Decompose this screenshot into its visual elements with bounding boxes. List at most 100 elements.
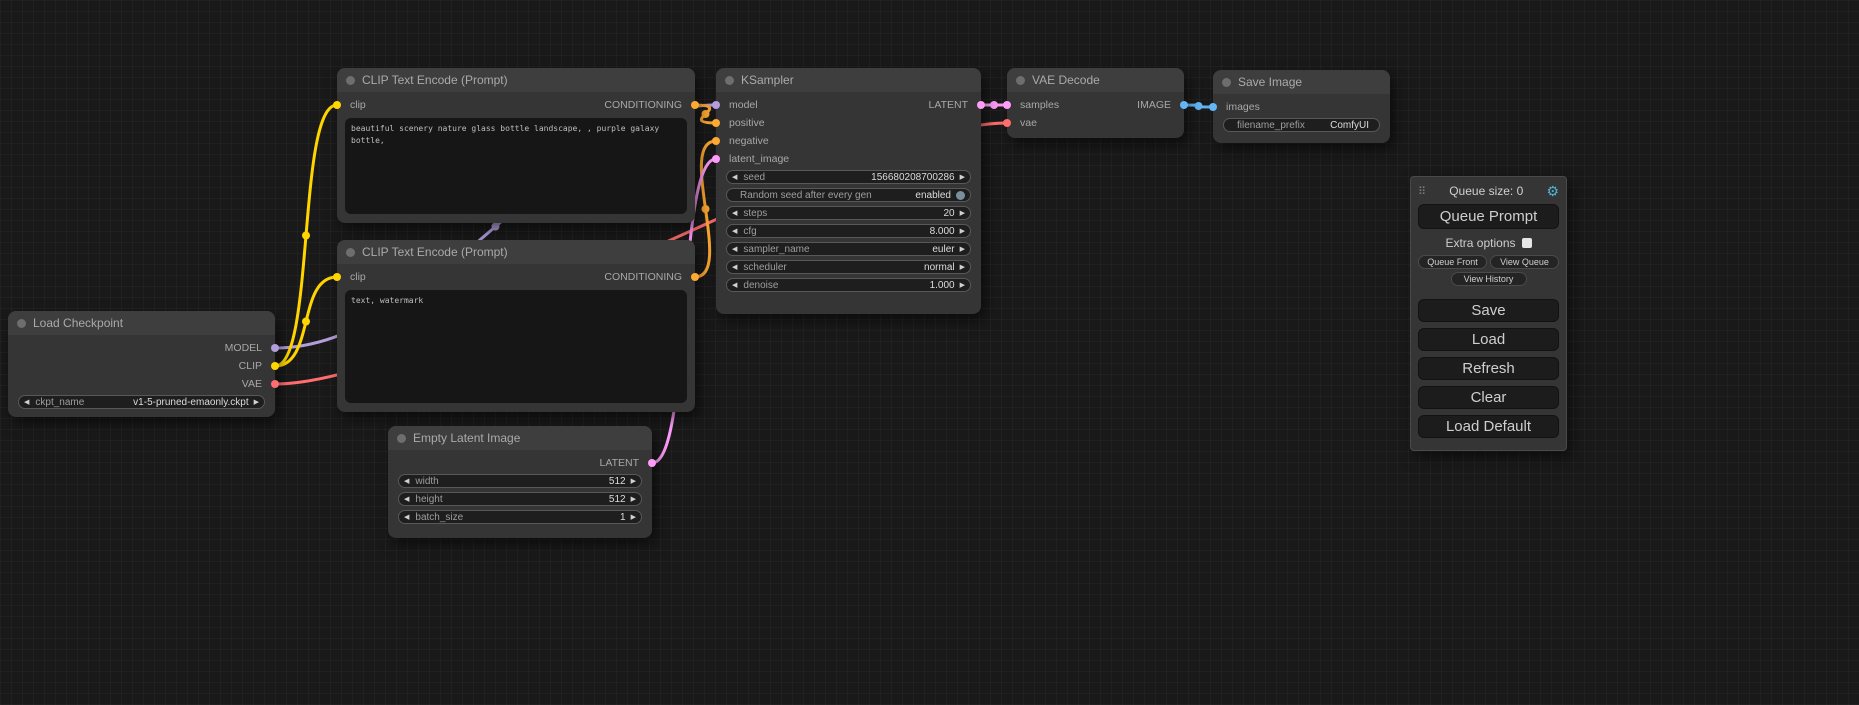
node-title-bar[interactable]: Load Checkpoint (8, 311, 275, 335)
toggle-dot-icon[interactable] (956, 191, 965, 200)
collapse-toggle-icon[interactable] (1016, 76, 1025, 85)
width-widget[interactable]: ◀ width 512 ▶ (398, 474, 642, 488)
latent-output-port[interactable] (648, 459, 656, 467)
save-button[interactable]: Save (1418, 299, 1559, 322)
node-save-image[interactable]: Save Image images filename_prefix ComfyU… (1213, 70, 1390, 143)
slot-label: clip (350, 99, 366, 111)
widget-value: 1 (620, 512, 626, 523)
decrement-arrow-icon[interactable]: ◀ (732, 282, 737, 289)
collapse-toggle-icon[interactable] (725, 76, 734, 85)
increment-arrow-icon[interactable]: ▶ (960, 228, 965, 235)
images-input-port[interactable] (1209, 103, 1217, 111)
decrement-arrow-icon[interactable]: ◀ (404, 514, 409, 521)
image-output-port[interactable] (1180, 101, 1188, 109)
drag-handle-icon[interactable]: ⠿ (1418, 185, 1426, 198)
vae-output-port[interactable] (271, 380, 279, 388)
decrement-arrow-icon[interactable]: ◀ (24, 399, 29, 406)
collapse-toggle-icon[interactable] (397, 434, 406, 443)
clear-button[interactable]: Clear (1418, 386, 1559, 409)
increment-arrow-icon[interactable]: ▶ (960, 264, 965, 271)
extra-options-checkbox[interactable] (1522, 238, 1532, 248)
node-title-bar[interactable]: Save Image (1213, 70, 1390, 94)
node-vae-decode[interactable]: VAE Decode samples IMAGE vae (1007, 68, 1184, 138)
node-title-bar[interactable]: Empty Latent Image (388, 426, 652, 450)
denoise-widget[interactable]: ◀ denoise 1.000 ▶ (726, 278, 971, 292)
decrement-arrow-icon[interactable]: ◀ (732, 228, 737, 235)
scheduler-widget[interactable]: ◀ scheduler normal ▶ (726, 260, 971, 274)
node-title-bar[interactable]: VAE Decode (1007, 68, 1184, 92)
node-ksampler[interactable]: KSampler model LATENT positive negative … (716, 68, 981, 314)
widget-label: batch_size (415, 512, 463, 523)
negative-input-port[interactable] (712, 137, 720, 145)
filename-prefix-widget[interactable]: filename_prefix ComfyUI (1223, 118, 1380, 132)
increment-arrow-icon[interactable]: ▶ (254, 399, 259, 406)
view-queue-button[interactable]: View Queue (1490, 255, 1559, 269)
clip-output-port[interactable] (271, 362, 279, 370)
conditioning-output-port[interactable] (691, 273, 699, 281)
queue-prompt-button[interactable]: Queue Prompt (1418, 204, 1559, 229)
conditioning-output-port[interactable] (691, 101, 699, 109)
decrement-arrow-icon[interactable]: ◀ (732, 246, 737, 253)
cfg-widget[interactable]: ◀ cfg 8.000 ▶ (726, 224, 971, 238)
vae-input-port[interactable] (1003, 119, 1011, 127)
settings-gear-icon[interactable]: ⚙ (1546, 184, 1559, 198)
slot-label: CLIP (239, 360, 262, 372)
queue-front-button[interactable]: Queue Front (1418, 255, 1487, 269)
load-default-button[interactable]: Load Default (1418, 415, 1559, 438)
increment-arrow-icon[interactable]: ▶ (960, 210, 965, 217)
collapse-toggle-icon[interactable] (346, 76, 355, 85)
increment-arrow-icon[interactable]: ▶ (960, 174, 965, 181)
decrement-arrow-icon[interactable]: ◀ (732, 264, 737, 271)
increment-arrow-icon[interactable]: ▶ (631, 478, 636, 485)
collapse-toggle-icon[interactable] (17, 319, 26, 328)
workflow-actions: Save Load Refresh Clear Load Default (1418, 299, 1559, 438)
node-title-bar[interactable]: CLIP Text Encode (Prompt) (337, 240, 695, 264)
widget-value: 1.000 (930, 280, 955, 291)
sampler-name-widget[interactable]: ◀ sampler_name euler ▶ (726, 242, 971, 256)
widget-label: cfg (743, 226, 756, 237)
clip-input-port[interactable] (333, 101, 341, 109)
node-title: VAE Decode (1032, 73, 1100, 87)
seed-widget[interactable]: ◀ seed 156680208700286 ▶ (726, 170, 971, 184)
main-menu-panel: ⠿ Queue size: 0 ⚙ Queue Prompt Extra opt… (1410, 176, 1567, 451)
increment-arrow-icon[interactable]: ▶ (631, 514, 636, 521)
decrement-arrow-icon[interactable]: ◀ (732, 210, 737, 217)
view-history-row: View History (1418, 272, 1559, 286)
queue-actions-row: Queue Front View Queue (1418, 255, 1559, 269)
latent-image-input-port[interactable] (712, 155, 720, 163)
height-widget[interactable]: ◀ height 512 ▶ (398, 492, 642, 506)
increment-arrow-icon[interactable]: ▶ (960, 246, 965, 253)
latent-output-port[interactable] (977, 101, 985, 109)
node-empty-latent-image[interactable]: Empty Latent Image LATENT ◀ width 512 ▶ … (388, 426, 652, 538)
graph-canvas[interactable]: Load Checkpoint MODEL CLIP VAE ◀ ckpt_na… (0, 0, 1859, 705)
widget-label: filename_prefix (1237, 120, 1305, 131)
collapse-toggle-icon[interactable] (1222, 78, 1231, 87)
model-input-port[interactable] (712, 101, 720, 109)
steps-widget[interactable]: ◀ steps 20 ▶ (726, 206, 971, 220)
clip-input-port[interactable] (333, 273, 341, 281)
node-clip-text-encode-positive[interactable]: CLIP Text Encode (Prompt) clip CONDITION… (337, 68, 695, 223)
increment-arrow-icon[interactable]: ▶ (960, 282, 965, 289)
random-seed-toggle-widget[interactable]: Random seed after every gen enabled (726, 188, 971, 202)
ckpt-name-widget[interactable]: ◀ ckpt_name v1-5-pruned-emaonly.ckpt ▶ (18, 395, 265, 409)
positive-input-port[interactable] (712, 119, 720, 127)
increment-arrow-icon[interactable]: ▶ (631, 496, 636, 503)
decrement-arrow-icon[interactable]: ◀ (732, 174, 737, 181)
batch-size-widget[interactable]: ◀ batch_size 1 ▶ (398, 510, 642, 524)
node-title-bar[interactable]: KSampler (716, 68, 981, 92)
prompt-textarea[interactable]: beautiful scenery nature glass bottle la… (345, 118, 687, 214)
node-clip-text-encode-negative[interactable]: CLIP Text Encode (Prompt) clip CONDITION… (337, 240, 695, 412)
slot-label: samples (1020, 99, 1059, 111)
widget-value: v1-5-pruned-emaonly.ckpt (133, 397, 248, 408)
load-button[interactable]: Load (1418, 328, 1559, 351)
samples-input-port[interactable] (1003, 101, 1011, 109)
node-load-checkpoint[interactable]: Load Checkpoint MODEL CLIP VAE ◀ ckpt_na… (8, 311, 275, 417)
view-history-button[interactable]: View History (1451, 272, 1527, 286)
collapse-toggle-icon[interactable] (346, 248, 355, 257)
node-title-bar[interactable]: CLIP Text Encode (Prompt) (337, 68, 695, 92)
decrement-arrow-icon[interactable]: ◀ (404, 496, 409, 503)
refresh-button[interactable]: Refresh (1418, 357, 1559, 380)
model-output-port[interactable] (271, 344, 279, 352)
decrement-arrow-icon[interactable]: ◀ (404, 478, 409, 485)
prompt-textarea[interactable]: text, watermark (345, 290, 687, 403)
